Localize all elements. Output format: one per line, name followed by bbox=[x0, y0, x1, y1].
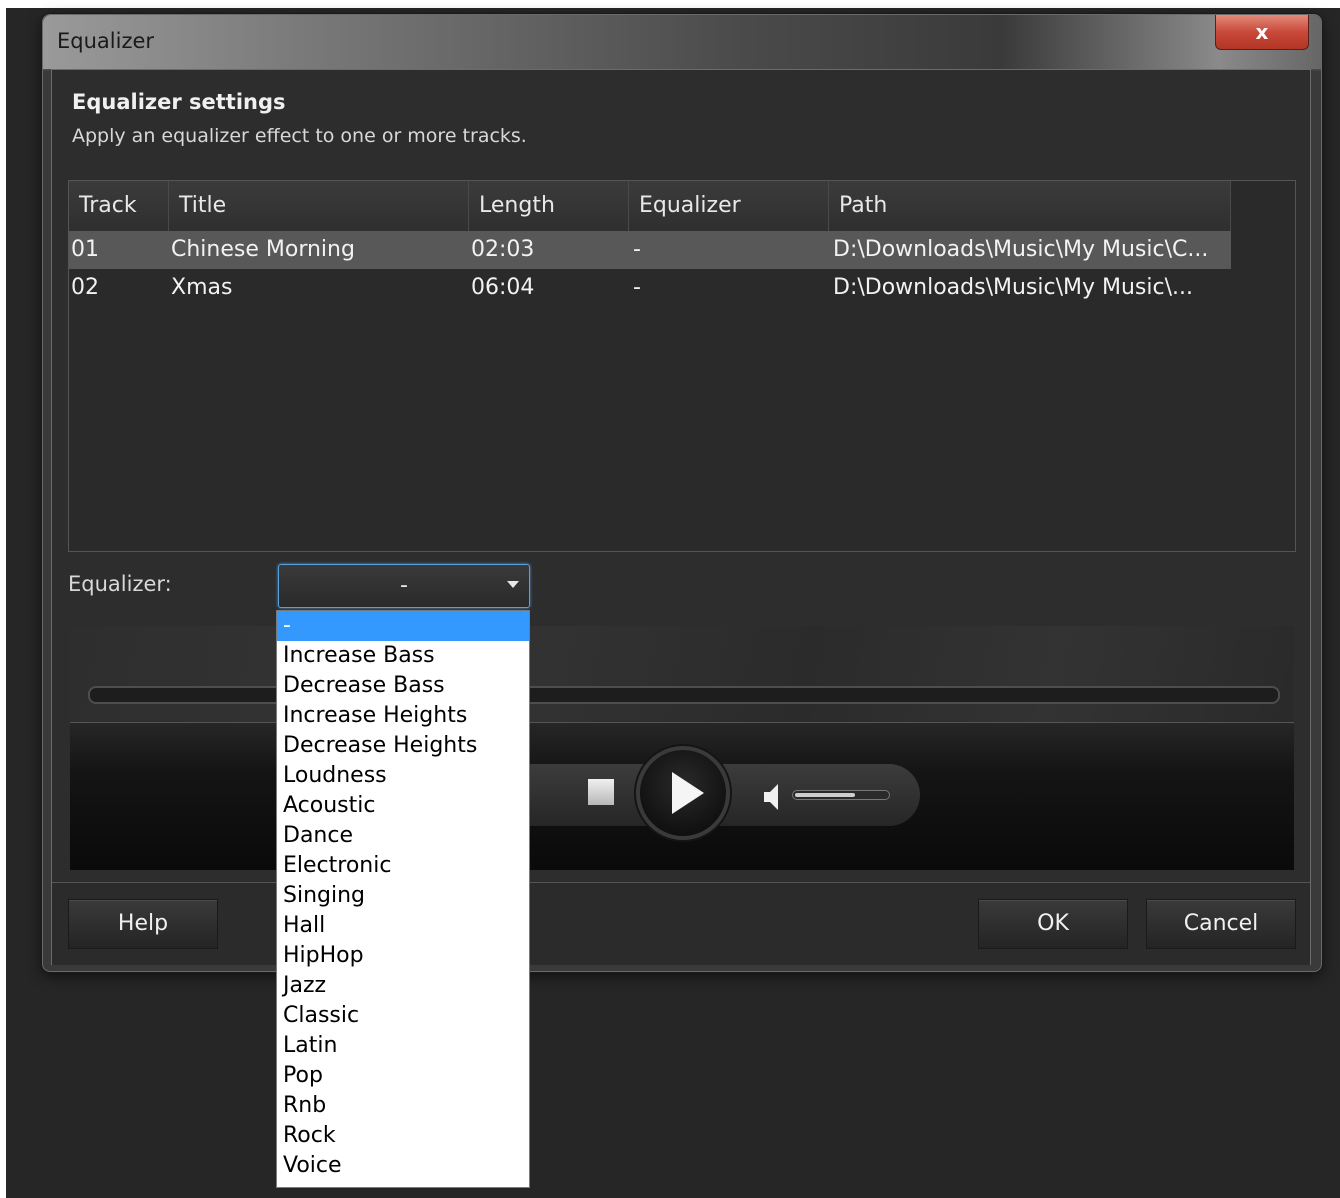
dropdown-option[interactable]: Electronic bbox=[277, 851, 529, 881]
column-header-path[interactable]: Path bbox=[829, 181, 1231, 231]
seek-bar[interactable] bbox=[88, 686, 1280, 704]
page-title: Equalizer settings bbox=[72, 90, 286, 114]
table-header: Track Title Length Equalizer Path bbox=[69, 181, 1231, 232]
cell-track: 02 bbox=[71, 275, 99, 300]
dropdown-option[interactable]: Decrease Heights bbox=[277, 731, 529, 761]
equalizer-select-value: - bbox=[400, 573, 408, 598]
play-button[interactable] bbox=[636, 746, 730, 840]
dropdown-option[interactable]: Singing bbox=[277, 881, 529, 911]
dropdown-option[interactable]: Rock bbox=[277, 1121, 529, 1151]
dropdown-option[interactable]: - bbox=[277, 611, 529, 641]
cell-title: Xmas bbox=[171, 275, 233, 300]
help-button[interactable]: Help bbox=[68, 899, 218, 949]
title-bar[interactable]: Equalizer x bbox=[43, 15, 1321, 69]
cell-equalizer: - bbox=[633, 237, 641, 262]
cell-title: Chinese Morning bbox=[171, 237, 355, 262]
table-row[interactable]: 01 Chinese Morning 02:03 - D:\Downloads\… bbox=[69, 231, 1231, 269]
chevron-down-icon bbox=[507, 581, 519, 588]
volume-slider-fill bbox=[795, 793, 855, 797]
cell-track: 01 bbox=[71, 237, 99, 262]
window-title: Equalizer bbox=[57, 29, 155, 53]
dropdown-option[interactable]: Dance bbox=[277, 821, 529, 851]
stop-icon[interactable] bbox=[588, 779, 614, 805]
dropdown-option[interactable]: Voice bbox=[277, 1151, 529, 1181]
dropdown-option[interactable]: HipHop bbox=[277, 941, 529, 971]
close-icon: x bbox=[1255, 20, 1269, 44]
dropdown-option[interactable]: Classic bbox=[277, 1001, 529, 1031]
dialog-body: Equalizer settings Apply an equalizer ef… bbox=[51, 69, 1311, 965]
play-icon bbox=[672, 772, 704, 814]
equalizer-label: Equalizer: bbox=[68, 572, 172, 596]
close-button[interactable]: x bbox=[1215, 15, 1309, 50]
track-table: Track Title Length Equalizer Path 01 Chi… bbox=[68, 180, 1296, 552]
column-header-track[interactable]: Track bbox=[69, 181, 169, 231]
equalizer-dropdown-list: - Increase Bass Decrease Bass Increase Heig… bbox=[276, 610, 530, 1188]
dropdown-option[interactable]: Loudness bbox=[277, 761, 529, 791]
dropdown-option[interactable]: Latin bbox=[277, 1031, 529, 1061]
cell-length: 02:03 bbox=[471, 237, 535, 262]
player-display bbox=[70, 626, 1294, 723]
volume-slider[interactable] bbox=[792, 790, 890, 800]
dropdown-option[interactable]: Pop bbox=[277, 1061, 529, 1091]
column-header-equalizer[interactable]: Equalizer bbox=[629, 181, 829, 231]
equalizer-dialog: Equalizer x Equalizer settings Apply an … bbox=[42, 14, 1322, 972]
cell-equalizer: - bbox=[633, 275, 641, 300]
column-header-title[interactable]: Title bbox=[169, 181, 469, 231]
page-description: Apply an equalizer effect to one or more… bbox=[72, 125, 527, 147]
cell-path: D:\Downloads\Music\My Music\C... bbox=[833, 237, 1209, 262]
dropdown-option[interactable]: Increase Heights bbox=[277, 701, 529, 731]
volume-icon[interactable] bbox=[762, 782, 782, 812]
dropdown-option[interactable]: Decrease Bass bbox=[277, 671, 529, 701]
column-header-length[interactable]: Length bbox=[469, 181, 629, 231]
dropdown-option[interactable]: Increase Bass bbox=[277, 641, 529, 671]
equalizer-select[interactable]: - bbox=[278, 564, 530, 608]
cell-path: D:\Downloads\Music\My Music\... bbox=[833, 275, 1193, 300]
dropdown-option[interactable]: Rnb bbox=[277, 1091, 529, 1121]
dropdown-option[interactable]: Jazz bbox=[277, 971, 529, 1001]
cancel-button[interactable]: Cancel bbox=[1146, 899, 1296, 949]
dropdown-option[interactable]: Hall bbox=[277, 911, 529, 941]
table-row[interactable]: 02 Xmas 06:04 - D:\Downloads\Music\My Mu… bbox=[69, 269, 1231, 307]
table-scrollbar[interactable] bbox=[1281, 181, 1295, 551]
ok-button[interactable]: OK bbox=[978, 899, 1128, 949]
cell-length: 06:04 bbox=[471, 275, 535, 300]
preview-player bbox=[70, 626, 1294, 870]
dropdown-option[interactable]: Acoustic bbox=[277, 791, 529, 821]
button-bar: Help OK Cancel bbox=[52, 882, 1310, 965]
